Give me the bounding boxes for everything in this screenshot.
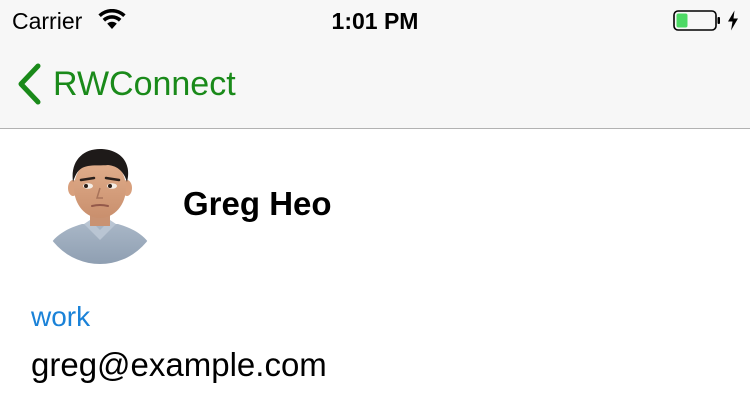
email-type-label: work bbox=[31, 301, 91, 332]
back-button-label: RWConnect bbox=[53, 65, 236, 103]
top-chrome: Carrier 1:01 PM RWConnect bbox=[0, 0, 750, 129]
avatar bbox=[40, 144, 160, 264]
profile-photo bbox=[40, 144, 160, 264]
back-button[interactable]: RWConnect bbox=[14, 62, 236, 106]
status-time: 1:01 PM bbox=[331, 8, 419, 34]
contact-name: Greg Heo bbox=[183, 185, 332, 222]
chevron-left-icon bbox=[18, 63, 41, 105]
email-address[interactable]: greg@example.com bbox=[31, 345, 327, 385]
navigation-bar: RWConnect bbox=[0, 40, 750, 128]
status-bar: Carrier 1:01 PM bbox=[0, 0, 750, 40]
battery-fill bbox=[676, 13, 688, 28]
battery-icon bbox=[673, 10, 720, 31]
charging-bolt-icon bbox=[728, 10, 738, 31]
